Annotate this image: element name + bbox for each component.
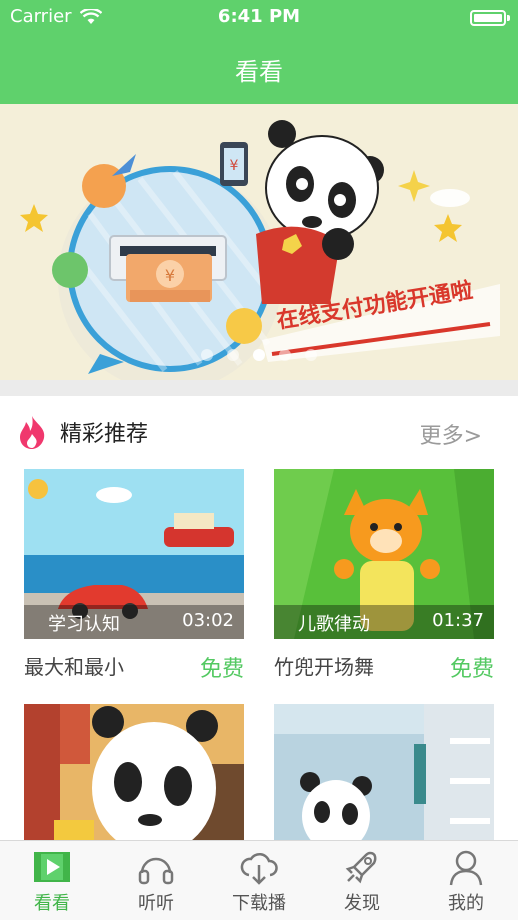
video-duration: 01:37: [432, 610, 484, 631]
fire-icon: [20, 416, 45, 449]
carousel-dot[interactable]: [305, 349, 317, 361]
price-badge: 免费: [449, 657, 494, 682]
battery-icon: [470, 10, 510, 26]
tab-discover[interactable]: 发现: [310, 841, 414, 920]
tab-kankan[interactable]: 看看: [0, 841, 104, 920]
person-icon: [449, 850, 483, 886]
carousel-dot[interactable]: [201, 349, 213, 361]
rocket-icon: [345, 851, 377, 884]
status-bar: Carrier 6:41 PM: [0, 0, 518, 34]
recommend-header: 精彩推荐 更多>: [0, 396, 518, 466]
video-thumbnail[interactable]: 儿歌律动 01:37: [274, 469, 494, 639]
star-badge-icon: [226, 308, 262, 344]
video-play-icon: [34, 852, 70, 882]
video-title[interactable]: 竹兜开场舞: [274, 651, 374, 680]
headphones-icon: [138, 857, 174, 885]
video-thumbnail[interactable]: 学习认知 03:02: [24, 469, 244, 639]
star-icon: [434, 214, 462, 242]
svg-text:¥: ¥: [165, 266, 175, 285]
cloud-download-icon: [240, 852, 278, 885]
video-card[interactable]: 学习认知 03:02 最大和最小 免费: [24, 469, 244, 682]
carousel-dot[interactable]: [227, 349, 239, 361]
thumbnail-overlay: 儿歌律动 01:37: [274, 605, 494, 639]
tab-bar: 看看 听听 下载播 发现 我的: [0, 840, 518, 920]
section-divider: [0, 380, 518, 396]
tab-label: 看看: [34, 893, 70, 914]
tab-label: 听听: [138, 893, 174, 914]
price-badge: 免费: [199, 657, 244, 682]
video-card[interactable]: 儿歌律动 01:37 竹兜开场舞 免费: [274, 469, 494, 682]
more-link[interactable]: 更多>: [420, 418, 482, 450]
promo-banner[interactable]: ¥ ¥ 在线支付功能开通啦: [0, 104, 518, 380]
section-title: 精彩推荐: [60, 422, 149, 447]
sparkle-icon: [398, 170, 430, 202]
tab-download[interactable]: 下载播: [207, 841, 311, 920]
carousel-dot[interactable]: [253, 349, 265, 361]
panda-mascot: [256, 120, 384, 304]
tab-mine[interactable]: 我的: [414, 841, 518, 920]
tab-tingting[interactable]: 听听: [104, 841, 208, 920]
navigation-bar: Carrier 6:41 PM 看看: [0, 0, 518, 104]
status-time: 6:41 PM: [217, 6, 301, 27]
cloud-icon: [430, 189, 470, 207]
banner-illustration: ¥ ¥ 在线支付功能开通啦: [20, 120, 500, 380]
star-icon: [20, 204, 48, 232]
carousel-dot[interactable]: [279, 349, 291, 361]
music-cloud-icon: [52, 252, 88, 288]
thumbnail-overlay: 学习认知 03:02: [24, 605, 244, 639]
tab-label: 发现: [344, 893, 380, 914]
page-title: 看看: [235, 58, 283, 86]
video-category: 学习认知: [48, 614, 120, 635]
video-category: 儿歌律动: [298, 614, 370, 635]
carousel-indicator[interactable]: [0, 349, 518, 361]
video-title[interactable]: 最大和最小: [24, 651, 124, 680]
video-duration: 03:02: [182, 610, 234, 631]
svg-text:¥: ¥: [230, 158, 239, 174]
tab-label: 我的: [448, 893, 484, 914]
tab-label: 下载播: [232, 893, 286, 914]
